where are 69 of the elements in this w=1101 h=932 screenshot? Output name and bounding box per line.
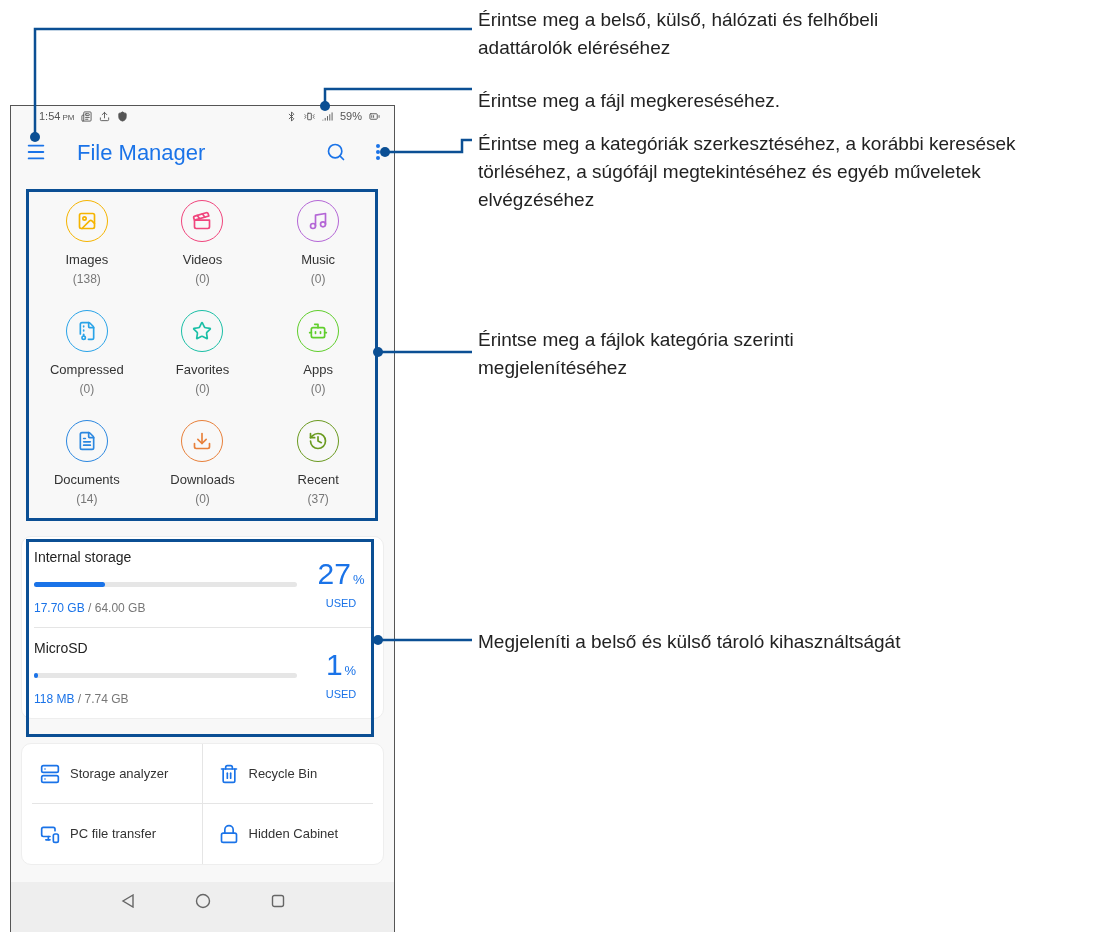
tool-item[interactable]: Hidden Cabinet: [202, 804, 373, 864]
history-icon: [308, 431, 329, 451]
callout-text: Érintse meg a kategóriák szerkesztéséhez, a korábbi keresések törléséhez, a súgófájl megtekintéséhez és egyéb műveletek elvégzéséhez: [478, 132, 1017, 212]
category-tile[interactable]: Videos (0): [144, 190, 261, 300]
search-icon: [326, 142, 346, 162]
category-count: (0): [310, 380, 326, 398]
signal-icon: [321, 110, 333, 122]
category-tile[interactable]: Recent (37): [260, 410, 376, 520]
vibrate-icon: [303, 110, 315, 122]
category-count: (138): [72, 270, 101, 288]
category-count: (0): [79, 380, 95, 398]
usage-percent: 27%: [317, 559, 365, 589]
category-tile[interactable]: Downloads (0): [144, 410, 261, 520]
category-count: (0): [310, 270, 326, 288]
shield-icon: [117, 110, 129, 122]
category-label: Images: [65, 251, 109, 269]
lock-icon: [218, 824, 239, 844]
category-count: (0): [195, 380, 210, 398]
app-title: File Manager: [77, 138, 206, 167]
back-icon[interactable]: [120, 894, 135, 908]
used-label: USED: [325, 687, 357, 702]
home-icon[interactable]: [194, 893, 211, 909]
category-tile[interactable]: Favorites (0): [144, 300, 261, 410]
status-time: 1:54 PM: [39, 108, 75, 124]
category-tile[interactable]: Compressed (0): [29, 300, 145, 410]
usage-percent: 1%: [325, 650, 357, 680]
clapperboard-icon: [192, 211, 213, 231]
stacked-bars-icon: [40, 763, 60, 784]
more-options-button[interactable]: [376, 144, 380, 160]
category-label: Music: [301, 251, 336, 269]
monitor-phone-icon: [40, 824, 60, 844]
category-label: Apps: [303, 361, 333, 379]
battery-icon: [369, 110, 380, 122]
image-icon: [76, 211, 97, 231]
trash-icon: [218, 763, 239, 784]
news-icon: [81, 110, 93, 122]
battery-level: 59%: [339, 108, 362, 124]
category-count: (14): [76, 490, 98, 508]
category-label: Documents: [53, 471, 120, 489]
storage-name: Internal storage: [34, 548, 133, 567]
category-count: (37): [307, 490, 329, 508]
category-count: (0): [195, 490, 210, 508]
upload-icon: [99, 110, 111, 122]
category-label: Favorites: [175, 361, 230, 379]
category-label: Videos: [182, 251, 223, 269]
callout-text: Érintse meg a fájlok kategória szerinti megjelenítéséhez: [478, 328, 795, 380]
callout-text: Érintse meg a fájl megkereséséhez.: [478, 89, 782, 113]
category-count: (0): [195, 270, 210, 288]
storage-size: 17.70 GB / 64.00 GB: [34, 600, 147, 617]
overview-icon[interactable]: [270, 894, 285, 908]
download-icon: [192, 431, 213, 451]
callout-text: Megjeleníti a belső és külső tároló kihasználtságát: [478, 630, 902, 654]
tool-item[interactable]: Storage analyzer: [32, 744, 203, 804]
tool-item[interactable]: PC file transfer: [32, 804, 203, 864]
music-note-icon: [308, 211, 329, 231]
more-options-icon: [376, 144, 380, 160]
category-tile[interactable]: Music (0): [260, 190, 376, 300]
category-tile[interactable]: Documents (14): [29, 410, 145, 520]
tool-item[interactable]: Recycle Bin: [202, 744, 373, 804]
category-label: Downloads: [170, 471, 235, 489]
used-label: USED: [325, 596, 357, 611]
storage-name: MicroSD: [34, 639, 89, 658]
search-button[interactable]: [326, 142, 346, 162]
callout-text: Érintse meg a belső, külső, hálózati és felhőbeli adattárolók eléréséhez: [478, 8, 880, 60]
category-label: Compressed: [49, 361, 124, 379]
storage-size: 118 MB / 7.74 GB: [34, 691, 130, 708]
category-tile[interactable]: Images (138): [29, 190, 145, 300]
star-icon: [192, 321, 213, 341]
category-label: Recent: [297, 471, 339, 489]
